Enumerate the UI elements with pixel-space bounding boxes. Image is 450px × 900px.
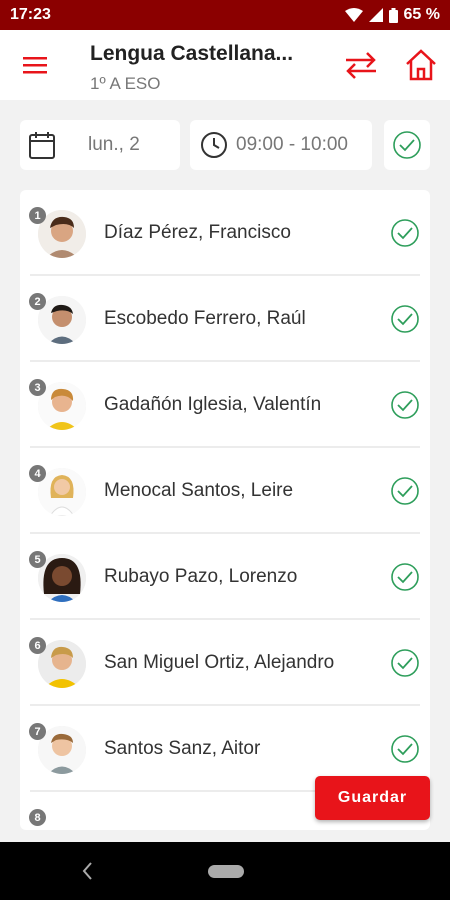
student-number: 8 xyxy=(29,809,46,826)
status-time: 17:23 xyxy=(10,6,51,23)
check-circle-icon[interactable] xyxy=(390,304,420,334)
save-button[interactable]: Guardar xyxy=(315,776,430,820)
check-circle-icon[interactable] xyxy=(390,390,420,420)
check-circle-icon[interactable] xyxy=(390,562,420,592)
check-circle-icon[interactable] xyxy=(390,476,420,506)
system-nav-bar xyxy=(0,842,450,900)
student-number: 7 xyxy=(29,723,46,740)
list-item[interactable]: 4 Menocal Santos, Leire xyxy=(20,448,430,534)
list-item[interactable]: 1 Díaz Pérez, Francisco xyxy=(20,190,430,276)
swap-arrows-icon[interactable] xyxy=(343,50,379,80)
student-number: 3 xyxy=(29,379,46,396)
student-name: San Miguel Ortiz, Alejandro xyxy=(104,652,335,673)
date-selector[interactable]: lun., 2 xyxy=(20,120,180,170)
list-item[interactable]: 2 Escobedo Ferrero, Raúl xyxy=(20,276,430,362)
student-number: 6 xyxy=(29,637,46,654)
page-title: Lengua Castellana... xyxy=(90,42,294,65)
battery-level: 65 % xyxy=(403,6,440,23)
check-circle-icon[interactable] xyxy=(390,734,420,764)
student-name: Escobedo Ferrero, Raúl xyxy=(104,308,306,329)
student-name: Menocal Santos, Leire xyxy=(104,480,294,501)
signal-icon xyxy=(368,8,383,22)
filters-bar: lun., 2 09:00 - 10:00 xyxy=(0,120,450,172)
student-list: 1 Díaz Pérez, Francisco 2 Escobedo Ferre… xyxy=(20,190,430,830)
list-item[interactable]: 3 Gadañón Iglesia, Valentín xyxy=(20,362,430,448)
calendar-icon xyxy=(29,132,55,159)
date-value: lun., 2 xyxy=(88,134,140,155)
menu-icon[interactable] xyxy=(22,52,48,78)
student-name: Gadañón Iglesia, Valentín xyxy=(104,394,322,415)
check-circle-icon xyxy=(393,131,421,159)
app-bar: Lengua Castellana... 1º A ESO xyxy=(0,30,450,100)
student-name: Santos Sanz, Aitor xyxy=(104,738,261,759)
clock-icon xyxy=(201,132,227,158)
battery-icon xyxy=(388,7,398,23)
home-icon[interactable] xyxy=(404,48,438,82)
check-circle-icon[interactable] xyxy=(390,218,420,248)
student-name: Díaz Pérez, Francisco xyxy=(104,222,291,243)
mark-all-button[interactable] xyxy=(384,120,430,170)
student-number: 1 xyxy=(29,207,46,224)
status-bar: 17:23 65 % xyxy=(0,0,450,30)
student-number: 5 xyxy=(29,551,46,568)
wifi-icon xyxy=(344,8,363,22)
check-circle-icon[interactable] xyxy=(390,648,420,678)
student-name: Rubayo Pazo, Lorenzo xyxy=(104,566,298,587)
time-selector[interactable]: 09:00 - 10:00 xyxy=(190,120,372,170)
student-number: 4 xyxy=(29,465,46,482)
list-item[interactable]: 6 San Miguel Ortiz, Alejandro xyxy=(20,620,430,706)
page-subtitle: 1º A ESO xyxy=(90,74,161,93)
student-number: 2 xyxy=(29,293,46,310)
time-value: 09:00 - 10:00 xyxy=(236,134,348,155)
home-pill[interactable] xyxy=(208,865,244,878)
list-item[interactable]: 5 Rubayo Pazo, Lorenzo xyxy=(20,534,430,620)
status-icons: 65 % xyxy=(344,6,440,24)
back-icon[interactable] xyxy=(78,860,96,882)
